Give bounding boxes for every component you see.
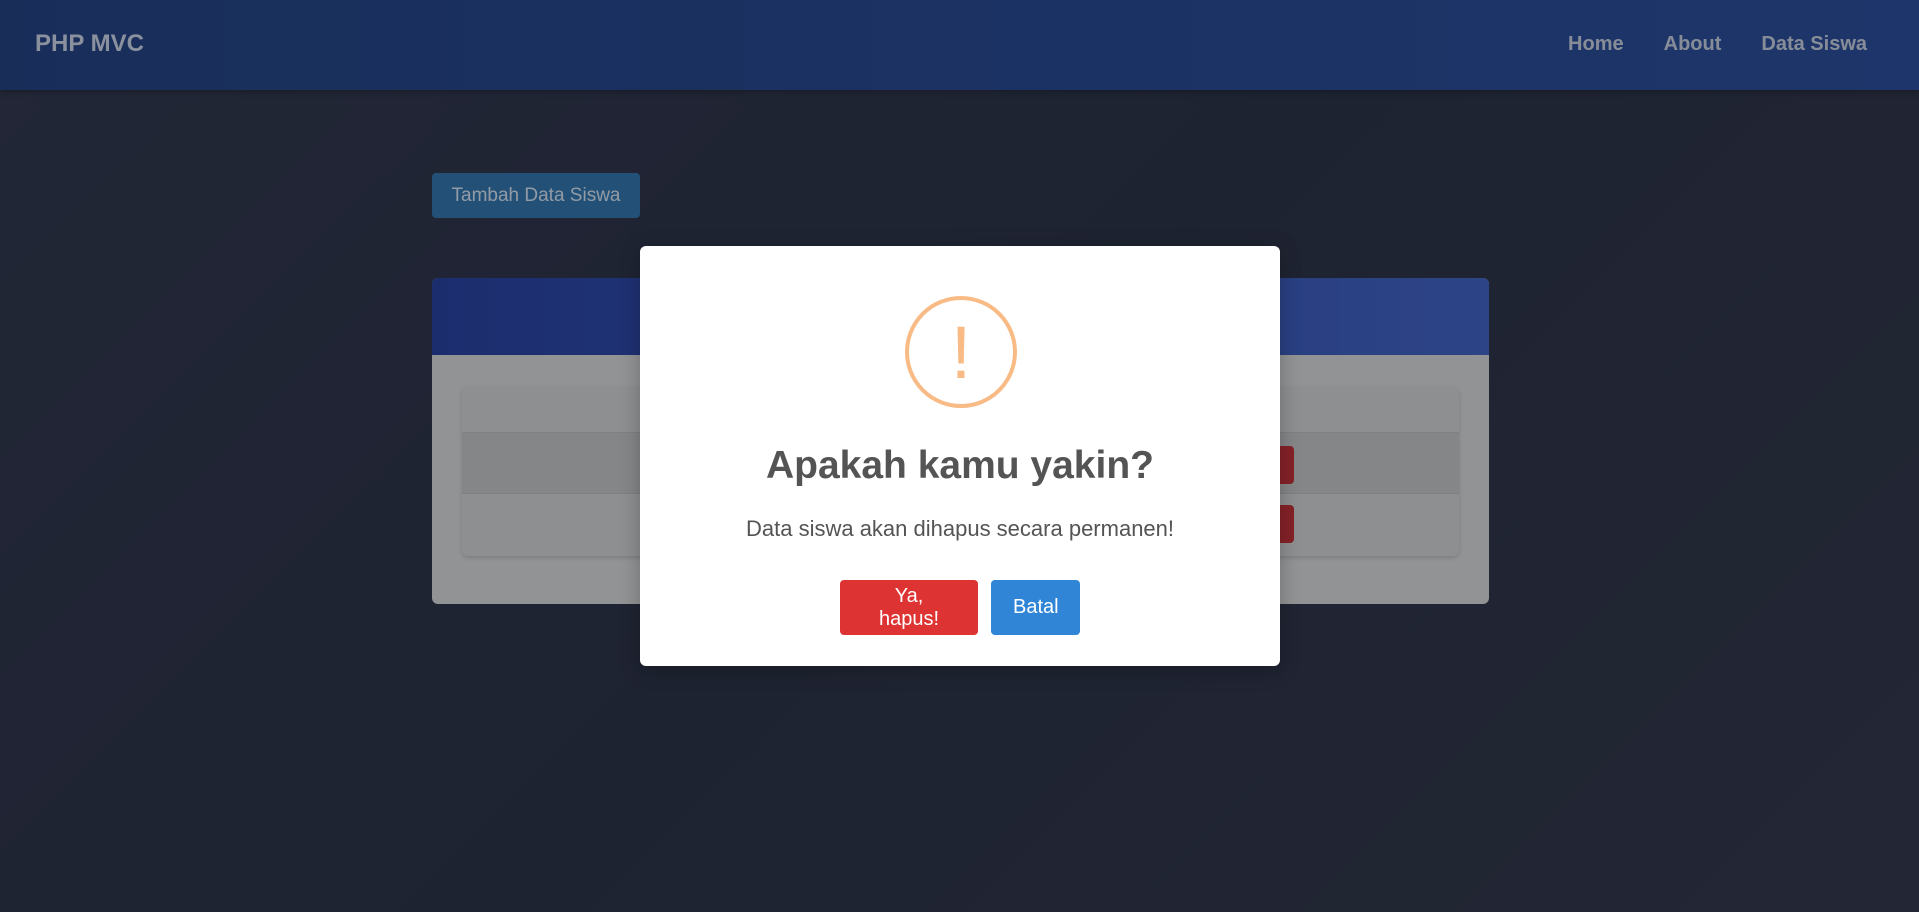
warning-icon: ! [905,296,1017,408]
dialog-actions: Ya, hapus! Batal [640,580,1280,635]
dialog-text: Data siswa akan dihapus secara permanen! [745,516,1175,541]
cancel-button[interactable]: Batal [991,580,1080,635]
dialog-title: Apakah kamu yakin? [766,444,1154,487]
confirm-delete-button[interactable]: Ya, hapus! [840,580,978,635]
confirm-dialog: ! Apakah kamu yakin? Data siswa akan dih… [640,246,1280,666]
